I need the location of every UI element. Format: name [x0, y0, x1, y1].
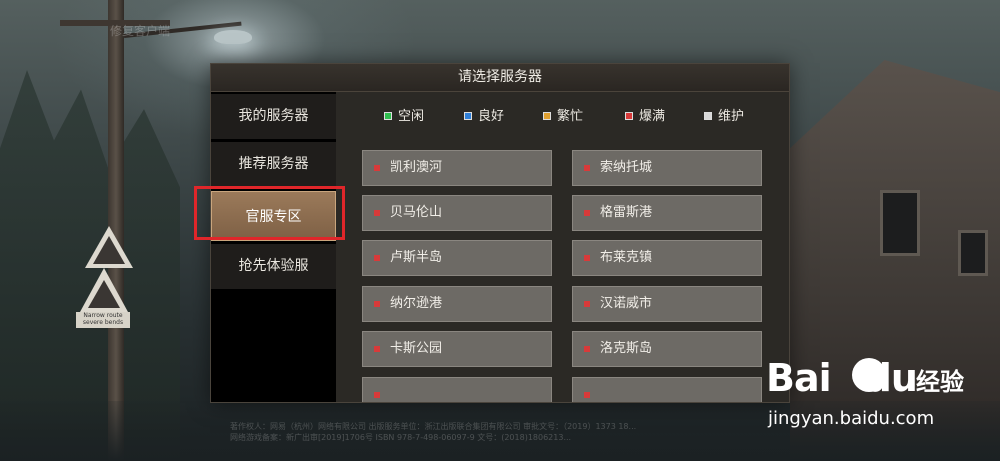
- server-name: 贝马伦山: [390, 205, 443, 220]
- status-full-icon: [584, 255, 590, 261]
- server-button[interactable]: [362, 377, 552, 402]
- legend-label: 爆满: [639, 109, 666, 124]
- server-button[interactable]: 格雷斯港: [572, 195, 762, 231]
- server-button[interactable]: 布莱克镇: [572, 240, 762, 276]
- dialog-title: 请选择服务器: [211, 64, 789, 92]
- server-name: 洛克斯岛: [600, 341, 653, 356]
- server-button[interactable]: 汉诺威市: [572, 286, 762, 322]
- footer-line: 网络游戏备案：新广出审[2019]1706号 ISBN 978-7-498-06…: [230, 433, 572, 442]
- server-button[interactable]: 纳尔逊港: [362, 286, 552, 322]
- sidebar-item-recommended[interactable]: 推荐服务器: [211, 142, 336, 187]
- server-name: 卡斯公园: [390, 341, 443, 356]
- server-name: 索纳托城: [600, 160, 653, 175]
- legend-item-idle: 空闲: [384, 108, 424, 126]
- server-button[interactable]: 卢斯半岛: [362, 240, 552, 276]
- status-full-icon: [584, 210, 590, 216]
- baidu-logo: Bai du: [766, 356, 918, 400]
- paw-icon: [852, 358, 886, 392]
- status-dot-icon: [384, 111, 392, 120]
- server-name: 格雷斯港: [600, 205, 653, 220]
- road-sign-plate: Narrow route severe bends: [76, 312, 130, 328]
- server-button[interactable]: 洛克斯岛: [572, 331, 762, 367]
- status-full-icon: [374, 346, 380, 352]
- server-name: 汉诺威市: [600, 296, 653, 311]
- legend-label: 良好: [478, 109, 505, 124]
- status-dot-icon: [543, 111, 551, 120]
- server-list-panel: 空闲 良好 繁忙 爆满 维护 凯利澳河 索纳托城 贝马伦山 格雷斯港 卢斯半岛 …: [336, 92, 789, 402]
- server-name: 凯利澳河: [390, 160, 443, 175]
- sidebar-item-early-access[interactable]: 抢先体验服: [211, 244, 336, 289]
- street-lamp: [214, 30, 252, 44]
- server-button[interactable]: 凯利澳河: [362, 150, 552, 186]
- status-full-icon: [374, 301, 380, 307]
- legend-item-maintenance: 维护: [704, 108, 744, 126]
- status-full-icon: [584, 392, 590, 398]
- selection-highlight-box: [194, 186, 345, 240]
- status-full-icon: [584, 301, 590, 307]
- sidebar-item-my-servers[interactable]: 我的服务器: [211, 94, 336, 139]
- sidebar-empty-area: [211, 289, 336, 402]
- status-full-icon: [374, 165, 380, 171]
- house-window: [880, 190, 920, 256]
- repair-client-label[interactable]: 修复客户端: [110, 22, 170, 39]
- baidu-jingyan-watermark: Bai du 经验 jingyan.baidu.com: [766, 356, 996, 446]
- server-button[interactable]: 卡斯公园: [362, 331, 552, 367]
- status-full-icon: [584, 165, 590, 171]
- copyright-footer: 著作权人：网易（杭州）网络有限公司 出版服务单位：浙江出版联合集团有限公司 审批…: [230, 421, 790, 443]
- status-dot-icon: [704, 111, 712, 120]
- status-dot-icon: [625, 111, 633, 120]
- status-full-icon: [584, 346, 590, 352]
- watermark-url: jingyan.baidu.com: [768, 408, 935, 429]
- status-full-icon: [374, 392, 380, 398]
- legend-label: 空闲: [398, 109, 425, 124]
- legend-item-full: 爆满: [625, 108, 665, 126]
- legend-item-busy: 繁忙: [543, 108, 583, 126]
- footer-line: 著作权人：网易（杭州）网络有限公司 出版服务单位：浙江出版联合集团有限公司 审批…: [230, 422, 637, 431]
- deer-sign-inner: [88, 280, 120, 308]
- status-dot-icon: [464, 111, 472, 120]
- legend-label: 繁忙: [557, 109, 584, 124]
- server-name: 纳尔逊港: [390, 296, 443, 311]
- server-name: 布莱克镇: [600, 250, 653, 265]
- server-name: 卢斯半岛: [390, 250, 443, 265]
- status-full-icon: [374, 210, 380, 216]
- server-button[interactable]: 索纳托城: [572, 150, 762, 186]
- house-window: [958, 230, 988, 276]
- jingyan-label: 经验: [916, 368, 964, 396]
- warning-sign-inner: [93, 236, 125, 264]
- server-category-sidebar: 我的服务器 推荐服务器 官服专区 抢先体验服: [211, 92, 336, 402]
- legend-item-good: 良好: [464, 108, 504, 126]
- status-legend: 空闲 良好 繁忙 爆满 维护: [336, 108, 789, 126]
- status-full-icon: [374, 255, 380, 261]
- legend-label: 维护: [718, 109, 745, 124]
- logo-text-left: Bai: [766, 356, 832, 400]
- server-button[interactable]: [572, 377, 762, 402]
- server-button[interactable]: 贝马伦山: [362, 195, 552, 231]
